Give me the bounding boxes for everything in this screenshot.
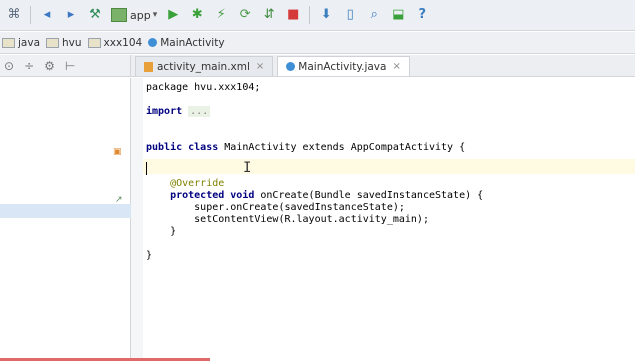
stop-icon[interactable]: ■ (285, 7, 301, 23)
sync-icon[interactable]: ⇵ (261, 7, 277, 23)
tab-label: MainActivity.java (298, 60, 387, 73)
make-icon[interactable]: ⚒ (87, 7, 103, 23)
code-line: package hvu.xxx104; (146, 82, 261, 93)
layout-inspector-icon[interactable]: ⬓ (390, 7, 406, 23)
hide-icon[interactable]: ⊢ (65, 59, 75, 73)
code-line: setContentView(R.layout.activity_main); (146, 214, 429, 225)
debug-icon[interactable]: ✱ (189, 7, 205, 23)
code-line: protected void onCreate(Bundle savedInst… (146, 190, 484, 201)
code-line: } (146, 250, 153, 261)
selected-tree-row[interactable] (0, 204, 131, 218)
apply-changes-icon[interactable]: ⟳ (237, 7, 253, 23)
code-line: import ... (146, 106, 211, 117)
breadcrumb-item[interactable]: xxx104 (87, 36, 143, 49)
gear-icon[interactable]: ⚙ (44, 59, 55, 73)
folder-icon (46, 37, 59, 48)
help-icon[interactable]: ? (414, 7, 430, 23)
override-marker-icon[interactable]: ↗ (115, 195, 123, 205)
code-line: } (146, 226, 177, 237)
breadcrumb-label: java (18, 36, 40, 49)
text-caret (146, 162, 147, 175)
code-line: public class MainActivity extends AppCom… (146, 142, 466, 153)
code-line: @Override (146, 178, 225, 189)
breadcrumb: java hvu xxx104 MainActivity (0, 32, 635, 54)
folder-icon (2, 37, 15, 48)
tab-label: activity_main.xml (157, 60, 250, 73)
breadcrumb-label: hvu (62, 36, 82, 49)
mouse-ibeam-icon: I (243, 160, 252, 176)
project-panel[interactable] (0, 78, 131, 361)
close-icon[interactable]: × (392, 61, 400, 72)
sdk-manager-icon[interactable]: ⬇ (318, 7, 334, 23)
folder-icon (87, 37, 101, 48)
code-line: super.onCreate(savedInstanceState); (146, 202, 405, 213)
main-toolbar: ⌘ ◂ ▸ ⚒ app ▾ ▶ ✱ ⚡ ⟳ ⇵ ■ ⬇ ▯ ⌕ ⬓ ? (0, 0, 635, 31)
close-icon[interactable]: × (256, 61, 264, 72)
class-icon (148, 38, 158, 47)
run-config-combo[interactable]: app ▾ (111, 8, 157, 22)
project-structure-icon[interactable]: ⌘ (6, 7, 22, 23)
xml-file-icon (144, 61, 153, 72)
class-icon (286, 62, 296, 71)
tab-activity-main[interactable]: activity_main.xml × (135, 56, 274, 76)
project-panel-header: ⊙ ÷ ⚙ ⊢ (0, 55, 131, 77)
avd-manager-icon[interactable]: ▯ (342, 7, 358, 23)
breadcrumb-item[interactable]: hvu (46, 37, 82, 49)
collapse-icon[interactable]: ÷ (24, 59, 34, 73)
search-icon[interactable]: ⌕ (366, 7, 382, 23)
tab-main-activity[interactable]: MainActivity.java × (277, 56, 410, 76)
folded-imports[interactable]: ... (188, 106, 211, 117)
chevron-down-icon: ▾ (152, 10, 158, 20)
forward-icon[interactable]: ▸ (63, 7, 79, 23)
toolbar-separator (309, 6, 311, 24)
profile-icon[interactable]: ⚡ (213, 7, 229, 23)
target-icon[interactable]: ⊙ (4, 59, 14, 73)
back-icon[interactable]: ◂ (39, 7, 55, 23)
breadcrumb-item[interactable]: MainActivity (148, 36, 225, 49)
code-text[interactable]: package hvu.xxx104; import ... public cl… (146, 82, 483, 262)
breadcrumb-item[interactable]: java (2, 37, 40, 49)
breadcrumb-label: xxx104 (103, 36, 143, 49)
run-config-label: app (130, 8, 151, 22)
breadcrumb-label: MainActivity (160, 36, 225, 49)
toolbar-separator (30, 6, 31, 24)
run-icon[interactable]: ▶ (165, 7, 181, 23)
android-app-icon (111, 8, 127, 22)
editor-tabs: activity_main.xml × MainActivity.java × (131, 55, 635, 77)
class-marker-icon[interactable]: ▣ (113, 147, 122, 157)
